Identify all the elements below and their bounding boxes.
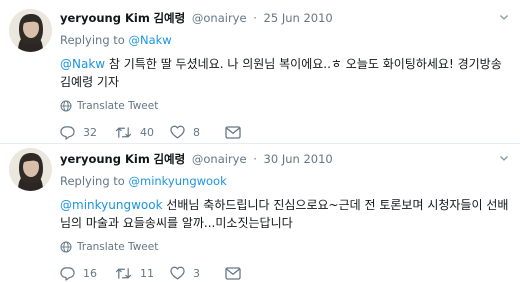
tweet-text: @minkyungwook 선배님 축하드립니다 진심으로요~근데 전 토론보며… (60, 196, 512, 232)
avatar[interactable] (9, 9, 52, 52)
direct-message-icon (225, 266, 241, 280)
retweet-button[interactable]: 40 (115, 125, 170, 140)
separator-dot: · (253, 152, 257, 166)
replying-to-link[interactable]: @minkyungwook (129, 174, 227, 188)
direct-message-icon (225, 125, 241, 139)
author-handle[interactable]: @onairye (192, 152, 247, 166)
tweet-body: 참 기특한 딸 두셨네요. 나 의원님 복이에요..ㅎ 오늘도 화이팅하세요! … (60, 57, 502, 89)
retweet-count: 40 (140, 125, 154, 139)
chevron-down-icon[interactable] (496, 9, 512, 25)
tweet-actions: 16 11 3 (60, 264, 512, 282)
retweet-icon (115, 267, 132, 279)
tweet-date[interactable]: 30 Jun 2010 (264, 152, 333, 166)
separator-dot: · (253, 11, 257, 25)
reply-icon (60, 266, 75, 281)
translate-tweet-link[interactable]: Translate Tweet (60, 98, 512, 114)
retweet-count: 11 (140, 266, 154, 280)
tweet-header: yeryoung Kim 김예령 @onairye · 25 Jun 2010 (60, 9, 512, 27)
author-name[interactable]: yeryoung Kim (60, 11, 150, 25)
like-icon (170, 125, 185, 139)
text-mention-link[interactable]: @minkyungwook (60, 198, 163, 212)
tweet[interactable]: yeryoung Kim 김예령 @onairye · 25 Jun 2010 … (0, 0, 520, 143)
replying-to-label: Replying to (60, 174, 125, 188)
tweet-date[interactable]: 25 Jun 2010 (264, 11, 333, 25)
reply-button[interactable]: 16 (60, 266, 115, 281)
tweet-header: yeryoung Kim 김예령 @onairye · 30 Jun 2010 (60, 150, 512, 168)
tweet[interactable]: yeryoung Kim 김예령 @onairye · 30 Jun 2010 … (0, 143, 520, 282)
author-name[interactable]: yeryoung Kim (60, 152, 150, 166)
author-name-korean[interactable]: 김예령 (153, 152, 185, 166)
tweet-actions: 32 40 8 (60, 123, 512, 141)
text-mention-link[interactable]: @Nakw (60, 57, 105, 71)
direct-message-button[interactable] (225, 125, 255, 139)
retweet-button[interactable]: 11 (115, 266, 170, 281)
reply-button[interactable]: 32 (60, 125, 115, 140)
translate-label: Translate Tweet (77, 100, 159, 112)
like-icon (170, 266, 185, 280)
reply-icon (60, 125, 75, 140)
like-button[interactable]: 3 (170, 266, 225, 280)
like-count: 3 (193, 266, 200, 280)
like-button[interactable]: 8 (170, 125, 225, 139)
translate-tweet-link[interactable]: Translate Tweet (60, 239, 512, 255)
author-name-korean[interactable]: 김예령 (153, 11, 185, 25)
tweet-text: @Nakw 참 기특한 딸 두셨네요. 나 의원님 복이에요..ㅎ 오늘도 화이… (60, 55, 512, 91)
translate-label: Translate Tweet (77, 241, 159, 253)
like-count: 8 (193, 125, 200, 139)
author-handle[interactable]: @onairye (192, 11, 247, 25)
replying-to: Replying to @minkyungwook (60, 172, 512, 190)
direct-message-button[interactable] (225, 266, 255, 280)
globe-icon (60, 241, 72, 253)
avatar[interactable] (9, 148, 52, 191)
replying-to-link[interactable]: @Nakw (129, 33, 172, 47)
globe-icon (60, 100, 72, 112)
retweet-icon (115, 126, 132, 138)
reply-count: 16 (83, 266, 97, 280)
reply-count: 32 (83, 125, 97, 139)
replying-to-label: Replying to (60, 33, 125, 47)
chevron-down-icon[interactable] (496, 150, 512, 166)
replying-to: Replying to @Nakw (60, 31, 512, 49)
